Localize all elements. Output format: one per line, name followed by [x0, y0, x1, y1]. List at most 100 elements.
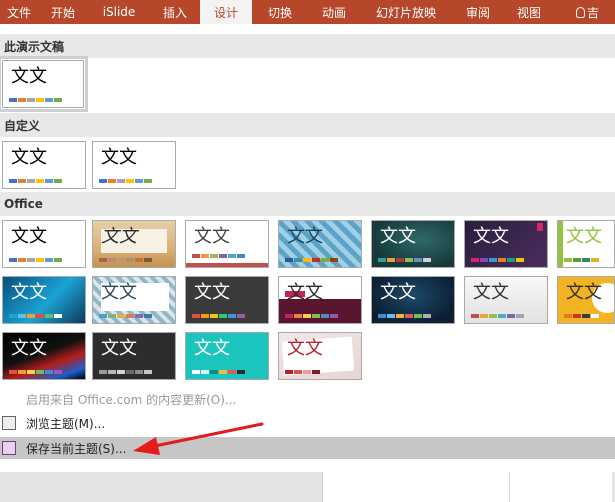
theme-thumb-office-3[interactable]: 文文: [185, 220, 269, 268]
theme-thumb-office-14[interactable]: 文文: [557, 276, 615, 324]
thumb-title: 文文: [11, 282, 47, 303]
tab-label: 视图: [516, 5, 541, 20]
color-swatches: [564, 258, 599, 262]
app-background: [0, 472, 615, 502]
thumb-title: 文文: [287, 282, 323, 303]
color-swatches: [192, 370, 245, 374]
thumb-title: 文文: [473, 226, 509, 247]
tab-design[interactable]: 设计: [200, 0, 252, 24]
color-swatches: [9, 314, 62, 318]
thumb-title: 文文: [11, 338, 47, 359]
color-swatches: [99, 370, 152, 374]
tab-label: 动画: [321, 5, 346, 20]
theme-thumb-office-6[interactable]: 文文: [464, 220, 548, 268]
color-swatches: [378, 258, 431, 262]
thumb-title: 文文: [101, 338, 137, 359]
tab-slideshow[interactable]: 幻灯片放映: [360, 0, 452, 24]
slide-guide: [509, 472, 510, 502]
thumb-title: 文文: [11, 226, 47, 247]
tab-label: 切换: [267, 5, 292, 20]
tab-label: 幻灯片放映: [375, 5, 436, 20]
tab-review[interactable]: 审阅: [452, 0, 504, 24]
theme-thumb-office-9[interactable]: 文文: [92, 276, 176, 324]
theme-thumb-office-10[interactable]: 文文: [185, 276, 269, 324]
theme-thumb-office-8[interactable]: 文文: [2, 276, 86, 324]
section-custom: 自定义: [0, 113, 615, 137]
theme-thumb-office-12[interactable]: 文文: [371, 276, 455, 324]
section-label: 自定义: [4, 118, 41, 133]
theme-thumb-office-18[interactable]: 文文: [278, 332, 362, 380]
theme-thumb-office-7[interactable]: 文文: [557, 220, 615, 268]
color-swatches: [192, 254, 245, 258]
color-swatches: [192, 314, 245, 318]
thumb-title: 文文: [380, 282, 416, 303]
color-swatches: [471, 258, 524, 262]
theme-thumb-office-15[interactable]: 文文: [2, 332, 86, 380]
tab-file[interactable]: 文件: [0, 0, 38, 24]
tab-label: 设计: [213, 5, 238, 20]
thumb-title: 文文: [566, 282, 602, 303]
tab-label: 文件: [6, 5, 31, 20]
lightbulb-icon: [576, 6, 585, 18]
color-swatches: [285, 370, 320, 374]
color-swatches: [99, 314, 152, 318]
color-swatches: [9, 258, 62, 262]
theme-thumb-office-17[interactable]: 文文: [185, 332, 269, 380]
section-label: Office: [4, 197, 43, 211]
theme-thumb-office-4[interactable]: 文文: [278, 220, 362, 268]
color-swatches: [564, 314, 599, 318]
color-swatches: [9, 179, 62, 183]
theme-thumb-office-11[interactable]: 文文: [278, 276, 362, 324]
thumb-band: [186, 263, 268, 267]
theme-thumb-office-1[interactable]: 文文: [2, 220, 86, 268]
tab-label: 插入: [162, 5, 187, 20]
color-swatches: [471, 314, 524, 318]
thumb-title: 文文: [11, 66, 47, 87]
theme-thumb-office-13[interactable]: 文文: [464, 276, 548, 324]
tab-view[interactable]: 视图: [504, 0, 554, 24]
thumb-accent: [537, 223, 543, 231]
tab-label: 开始: [50, 5, 75, 20]
theme-thumb-custom-1[interactable]: 文文: [2, 141, 86, 189]
theme-thumb-office-16[interactable]: 文文: [92, 332, 176, 380]
thumb-title: 文文: [101, 147, 137, 168]
color-swatches: [285, 258, 338, 262]
tab-animations[interactable]: 动画: [308, 0, 360, 24]
tab-insert[interactable]: 插入: [150, 0, 200, 24]
menu-label: 浏览主题(M)...: [26, 416, 106, 431]
thumb-title: 文文: [194, 226, 230, 247]
theme-thumb-current[interactable]: 文文: [0, 56, 88, 112]
color-swatches: [9, 370, 62, 374]
browse-theme-icon: [2, 416, 16, 430]
menu-browse-themes[interactable]: 浏览主题(M)...: [0, 412, 615, 434]
thumb-title: 文文: [287, 226, 323, 247]
section-label: 此演示文稿: [4, 39, 65, 54]
tab-label: iSlide: [102, 5, 136, 19]
thumb-title: 文文: [11, 147, 47, 168]
thumb-title: 文文: [380, 226, 416, 247]
menu-label: 启用来自 Office.com 的内容更新(O)...: [26, 392, 237, 407]
menu-label: 保存当前主题(S)...: [26, 441, 127, 456]
tab-transitions[interactable]: 切换: [252, 0, 308, 24]
thumb-title: 文文: [101, 282, 137, 303]
menu-enable-office-content-updates: 启用来自 Office.com 的内容更新(O)...: [0, 388, 615, 410]
theme-thumb-office-2[interactable]: 文文: [92, 220, 176, 268]
tab-label: 审阅: [465, 5, 490, 20]
slide-canvas: [322, 472, 612, 502]
tab-home[interactable]: 开始: [38, 0, 88, 24]
menu-save-current-theme[interactable]: 保存当前主题(S)...: [0, 437, 615, 459]
color-swatches: [9, 98, 62, 102]
ribbon-tab-bar: 文件 开始 iSlide 插入 设计 切换 动画 幻灯片放映 审阅 视图 吉: [0, 0, 615, 24]
thumb-title: 文文: [473, 282, 509, 303]
theme-thumb-custom-2[interactable]: 文文: [92, 141, 176, 189]
tell-me[interactable]: 吉: [554, 0, 615, 24]
thumb-title: 文文: [287, 338, 323, 359]
tab-islide[interactable]: iSlide: [88, 0, 150, 24]
color-swatches: [378, 314, 431, 318]
section-current-presentation: 此演示文稿: [0, 34, 615, 58]
tell-me-label: 吉: [587, 5, 600, 20]
theme-thumb-office-5[interactable]: 文文: [371, 220, 455, 268]
color-swatches: [99, 179, 152, 183]
thumb-title: 文文: [194, 338, 230, 359]
save-theme-icon: [2, 441, 16, 455]
